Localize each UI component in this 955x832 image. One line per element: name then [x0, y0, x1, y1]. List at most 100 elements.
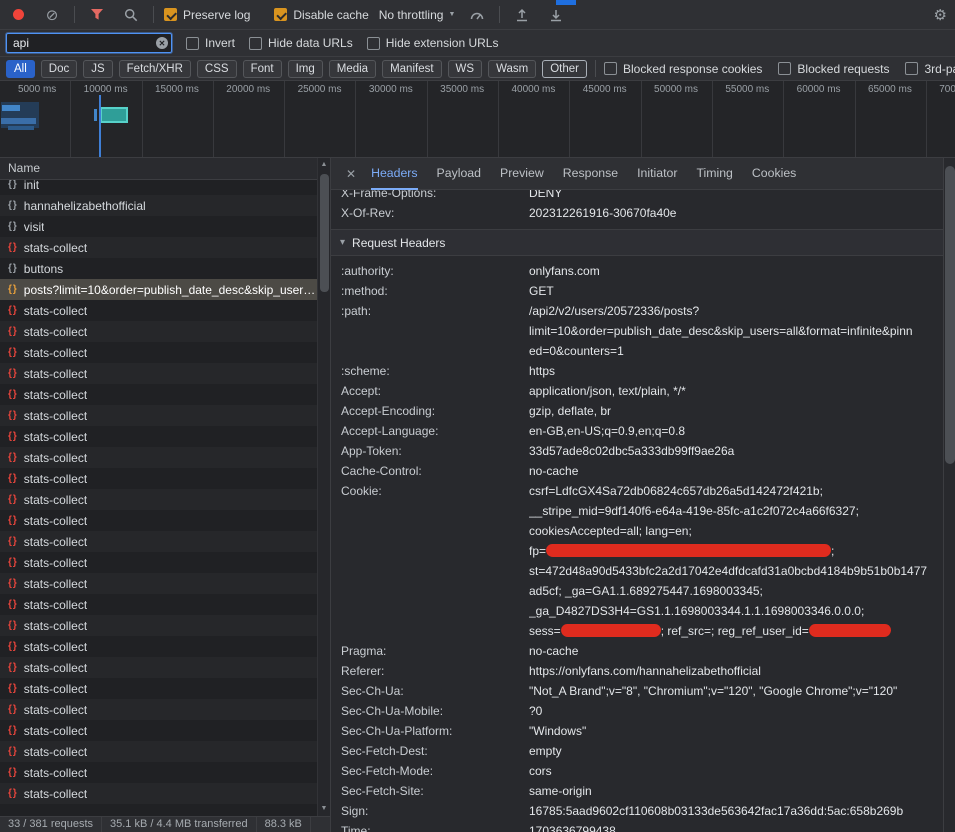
request-row[interactable]: {}stats-collect — [0, 384, 330, 405]
close-details-icon[interactable]: ✕ — [346, 167, 356, 181]
request-name: posts?limit=10&order=publish_date_desc&s… — [24, 283, 315, 297]
disable-cache-checkbox[interactable]: Disable cache — [274, 8, 368, 22]
type-filter-font[interactable]: Font — [243, 60, 282, 78]
request-row[interactable]: {}stats-collect — [0, 426, 330, 447]
script-braces-icon: {} — [8, 683, 18, 694]
clear-network-log-icon[interactable]: ⊘ — [40, 3, 64, 27]
hide-data-urls-checkbox[interactable]: Hide data URLs — [249, 36, 353, 50]
request-name: stats-collect — [24, 787, 87, 801]
type-filter-manifest[interactable]: Manifest — [382, 60, 441, 78]
settings-gear-icon[interactable]: ⚙ — [934, 6, 947, 24]
request-row[interactable]: {}stats-collect — [0, 657, 330, 678]
filter-checkbox-3rd-party-requests[interactable]: 3rd-party requests — [905, 62, 955, 76]
request-row[interactable]: {}stats-collect — [0, 321, 330, 342]
scroll-up-icon[interactable]: ▲ — [321, 161, 328, 169]
request-row[interactable]: {}stats-collect — [0, 510, 330, 531]
request-row[interactable]: {}stats-collect — [0, 363, 330, 384]
request-row[interactable]: {}stats-collect — [0, 762, 330, 783]
request-row[interactable]: {}stats-collect — [0, 300, 330, 321]
header-value: en-GB,en-US;q=0.9,en;q=0.8 — [529, 421, 943, 441]
preserve-log-checkbox[interactable]: Preserve log — [164, 8, 250, 22]
request-row[interactable]: {}stats-collect — [0, 678, 330, 699]
scroll-down-icon[interactable]: ▼ — [321, 805, 328, 813]
request-row[interactable]: {}stats-collect — [0, 237, 330, 258]
timeline-overview[interactable]: 5000 ms10000 ms15000 ms20000 ms25000 ms3… — [0, 81, 955, 158]
header-name: App-Token: — [331, 441, 529, 461]
header-value: 33d57ade8c02dbc5a333db99ff9ae26a — [529, 441, 943, 461]
type-filter-media[interactable]: Media — [329, 60, 376, 78]
header-name: Sec-Fetch-Site: — [331, 781, 529, 801]
selected-time-marker — [99, 95, 101, 158]
search-icon[interactable] — [119, 3, 143, 27]
type-filter-css[interactable]: CSS — [197, 60, 237, 78]
request-row[interactable]: {}stats-collect — [0, 636, 330, 657]
invert-checkbox[interactable]: Invert — [186, 36, 235, 50]
type-filter-img[interactable]: Img — [288, 60, 323, 78]
request-headers-section-header[interactable]: ▾ Request Headers — [331, 230, 943, 256]
type-filter-fetch-xhr[interactable]: Fetch/XHR — [119, 60, 191, 78]
request-row[interactable]: {}init — [0, 180, 330, 195]
request-row[interactable]: {}stats-collect — [0, 720, 330, 741]
hide-extension-urls-checkbox[interactable]: Hide extension URLs — [367, 36, 499, 50]
hide-extension-urls-label: Hide extension URLs — [386, 36, 499, 50]
type-filter-wasm[interactable]: Wasm — [488, 60, 536, 78]
scrollbar-thumb[interactable] — [320, 174, 329, 292]
header-row: X-Frame-Options:DENY — [331, 190, 943, 203]
export-har-icon[interactable] — [544, 3, 568, 27]
tab-payload[interactable]: Payload — [437, 158, 481, 190]
script-braces-icon: {} — [8, 221, 18, 232]
request-row[interactable]: {}posts?limit=10&order=publish_date_desc… — [0, 279, 330, 300]
timeline-tick: 60000 ms — [784, 81, 855, 157]
toolbar-divider — [595, 60, 596, 77]
tab-cookies[interactable]: Cookies — [752, 158, 796, 190]
throttling-select[interactable]: No throttling ▼ — [379, 8, 456, 22]
tab-response[interactable]: Response — [563, 158, 618, 190]
resource-type-toolbar: All Doc JS Fetch/XHR CSS Font Img Media Manifest… — [0, 57, 955, 81]
filter-checkbox-blocked-requests[interactable]: Blocked requests — [778, 62, 889, 76]
clear-filter-icon[interactable]: ✕ — [156, 37, 168, 49]
header-value-line: csrf=LdfcGX4Sa72db06824c657db26a5d142472… — [529, 481, 937, 501]
header-row: Cache-Control:no-cache — [331, 461, 943, 481]
type-filter-js[interactable]: JS — [83, 60, 112, 78]
timeline-tick: 50000 ms — [642, 81, 713, 157]
type-filter-all[interactable]: All — [6, 60, 35, 78]
network-conditions-icon[interactable] — [465, 3, 489, 27]
details-scrollbar[interactable] — [943, 158, 955, 832]
filter-checkbox-blocked-response-cookies[interactable]: Blocked response cookies — [604, 62, 762, 76]
request-name: stats-collect — [24, 724, 87, 738]
name-column-header[interactable]: Name — [0, 158, 330, 180]
request-row[interactable]: {}hannahelizabethofficial — [0, 195, 330, 216]
request-row[interactable]: {}stats-collect — [0, 447, 330, 468]
scrollbar-thumb[interactable] — [945, 166, 955, 464]
request-row[interactable]: {}stats-collect — [0, 783, 330, 804]
type-filter-ws[interactable]: WS — [448, 60, 483, 78]
request-name: stats-collect — [24, 619, 87, 633]
request-row[interactable]: {}stats-collect — [0, 573, 330, 594]
request-row[interactable]: {}stats-collect — [0, 741, 330, 762]
record-network-log-button[interactable] — [6, 3, 30, 27]
request-row[interactable]: {}stats-collect — [0, 552, 330, 573]
import-har-icon[interactable] — [510, 3, 534, 27]
resource-type-filters: All Doc JS Fetch/XHR CSS Font Img Media Manifest… — [6, 60, 587, 78]
request-row[interactable]: {}stats-collect — [0, 405, 330, 426]
request-row[interactable]: {}visit — [0, 216, 330, 237]
request-row[interactable]: {}stats-collect — [0, 489, 330, 510]
network-filter-input[interactable] — [6, 33, 172, 53]
type-filter-doc[interactable]: Doc — [41, 60, 77, 78]
request-row[interactable]: {}stats-collect — [0, 468, 330, 489]
tab-preview[interactable]: Preview — [500, 158, 544, 190]
request-row[interactable]: {}stats-collect — [0, 594, 330, 615]
header-value-line: /api2/v2/users/20572336/posts? — [529, 301, 937, 321]
request-row[interactable]: {}stats-collect — [0, 531, 330, 552]
request-row[interactable]: {}buttons — [0, 258, 330, 279]
request-row[interactable]: {}stats-collect — [0, 699, 330, 720]
request-row[interactable]: {}stats-collect — [0, 615, 330, 636]
tab-initiator[interactable]: Initiator — [637, 158, 677, 190]
requests-scrollbar[interactable]: ▲ ▼ — [317, 158, 330, 816]
filter-icon[interactable] — [85, 3, 109, 27]
toolbar-divider — [499, 6, 500, 23]
tab-headers[interactable]: Headers — [371, 158, 417, 190]
type-filter-other[interactable]: Other — [542, 60, 587, 78]
request-row[interactable]: {}stats-collect — [0, 342, 330, 363]
tab-timing[interactable]: Timing — [696, 158, 732, 190]
